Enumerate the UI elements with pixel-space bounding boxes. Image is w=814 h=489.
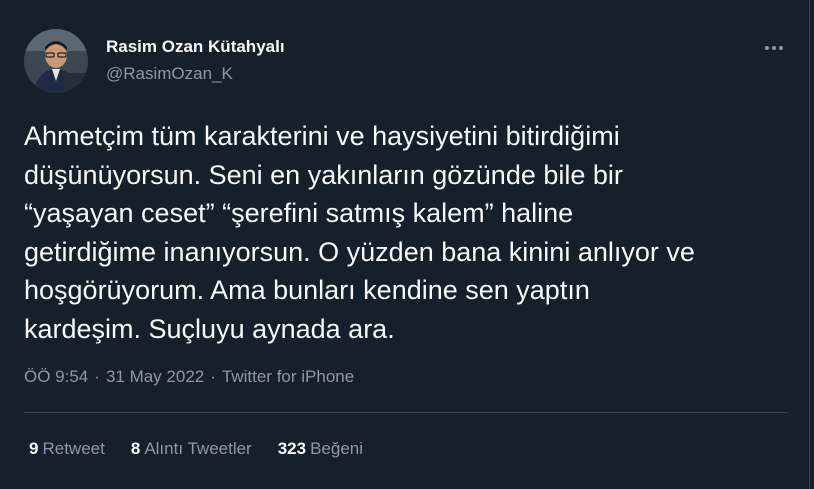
more-horizontal-icon-dot: [779, 46, 783, 50]
more-horizontal-icon-dot: [772, 46, 776, 50]
avatar[interactable]: [24, 29, 88, 93]
quotes-count: 8: [130, 439, 141, 458]
tweet-stats: 9 Retweet 8 Alıntı Tweetler 323 Beğeni: [29, 438, 389, 460]
tweet-time[interactable]: ÖÖ 9:54: [24, 367, 88, 386]
author-name[interactable]: Rasim Ozan Kütahyalı: [106, 37, 285, 57]
avatar-image: [24, 29, 88, 93]
divider: [24, 412, 788, 413]
quotes-label: Alıntı Tweetler: [144, 439, 252, 458]
likes-stat[interactable]: 323 Beğeni: [278, 438, 363, 460]
retweets-count: 9: [29, 439, 39, 458]
likes-label: Beğeni: [310, 439, 364, 458]
author-handle[interactable]: @RasimOzan_K: [106, 64, 233, 84]
retweets-stat[interactable]: 9 Retweet: [29, 438, 105, 460]
tweet-meta: ÖÖ 9:54 · 31 May 2022 · Twitter for iPhone: [24, 366, 354, 388]
more-horizontal-icon: [765, 46, 769, 50]
meta-separator: ·: [94, 367, 100, 386]
retweets-label: Retweet: [42, 439, 105, 458]
meta-separator: ·: [210, 367, 216, 386]
quotes-stat[interactable]: 8 Alıntı Tweetler: [131, 438, 252, 460]
tweet-date[interactable]: 31 May 2022: [106, 367, 204, 386]
tweet-text: Ahmetçim tüm karakterini ve haysiyetini …: [24, 121, 695, 344]
tweet-source[interactable]: Twitter for iPhone: [222, 367, 354, 386]
more-options-button[interactable]: [756, 30, 792, 66]
likes-count: 323: [277, 439, 307, 458]
tweet-card: Rasim Ozan Kütahyalı @RasimOzan_K Ahmetç…: [0, 0, 810, 489]
